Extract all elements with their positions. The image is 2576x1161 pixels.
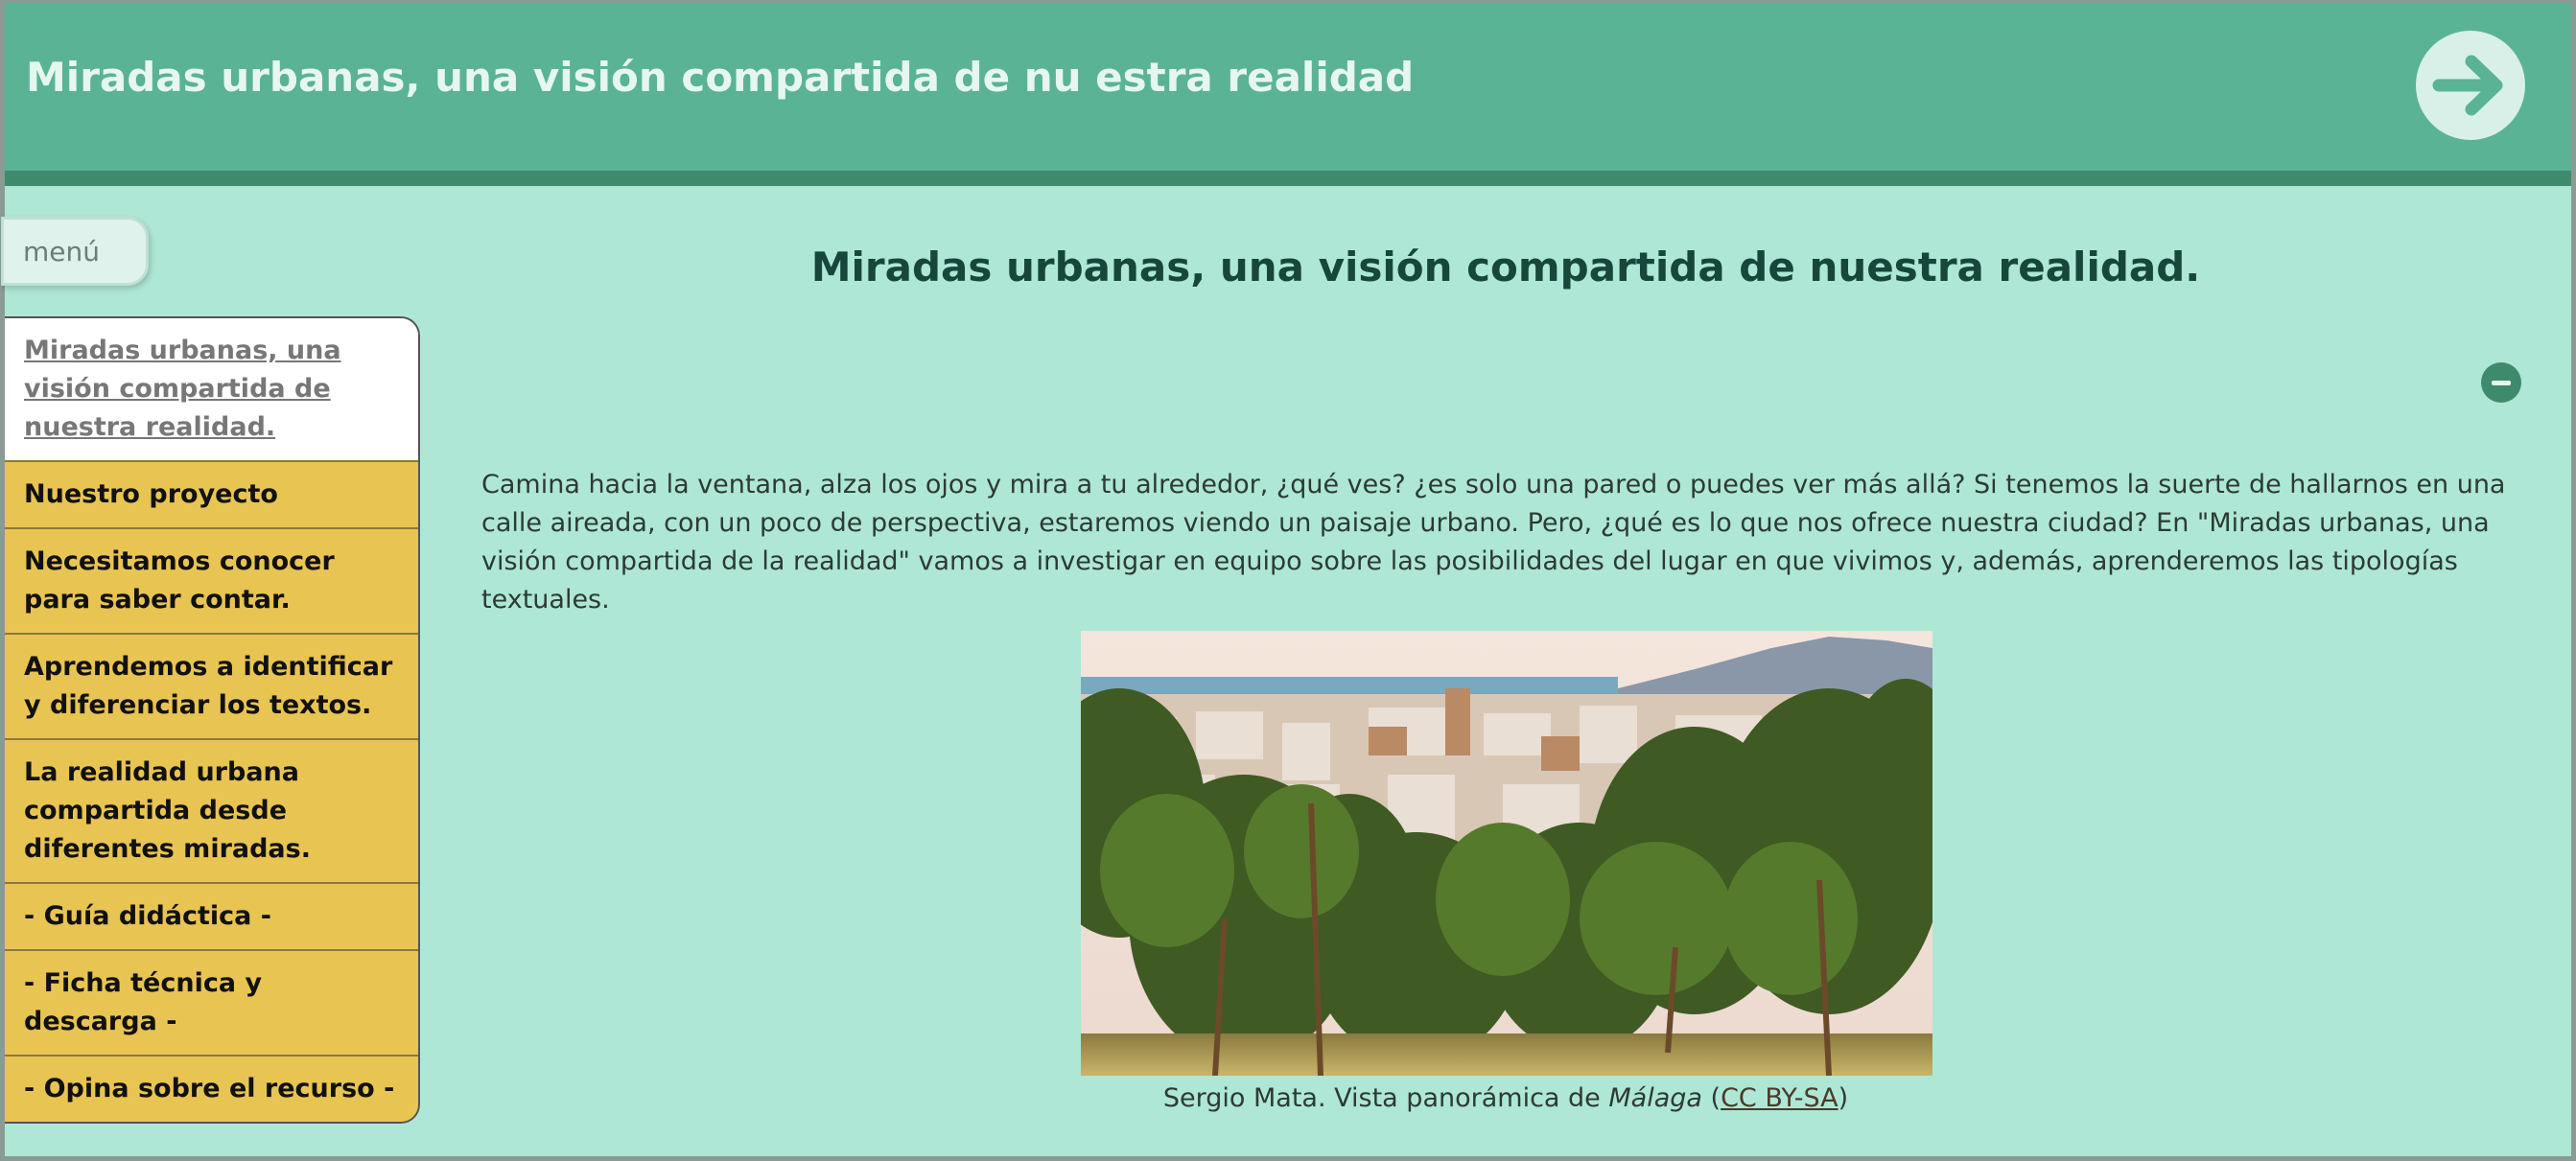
caption-prefix: Sergio Mata. Vista panorámica de [1162,1083,1609,1113]
caption-open-paren: ( [1701,1083,1721,1113]
header-title: Miradas urbanas, una visión compartida d… [26,54,1415,101]
sidebar-nav: Miradas urbanas, una visión compartida d… [5,316,420,1124]
license-link[interactable]: CC BY-SA [1721,1083,1838,1113]
next-page-button[interactable] [2416,31,2525,140]
nav-item-conocer[interactable]: Necesitamos conocer para saber contar. [5,527,418,633]
caption-close-paren: ) [1838,1083,1849,1113]
page-title: Miradas urbanas, una visión compartida d… [810,244,2201,290]
nav-item-proyecto[interactable]: Nuestro proyecto [5,460,418,527]
nav-item-textos[interactable]: Aprendemos a identificar y diferenciar l… [5,633,418,738]
nav-item-opina[interactable]: - Opina sobre el recurso - [5,1055,418,1122]
header-bar: Miradas urbanas, una visión compartida d… [5,4,2571,186]
nav-item-home[interactable]: Miradas urbanas, una visión compartida d… [5,318,418,460]
collapse-button[interactable] [2481,362,2521,403]
minus-circle-icon [2492,380,2511,385]
image-caption: Sergio Mata. Vista panorámica de Málaga … [484,1083,2527,1113]
malaga-panorama-image [1081,631,1932,1076]
nav-item-realidad[interactable]: La realidad urbana compartida desde dife… [5,738,418,882]
nav-item-ficha[interactable]: - Ficha técnica y descarga - [5,949,418,1055]
nav-item-guia[interactable]: - Guía didáctica - [5,882,418,949]
arrow-right-icon [2432,55,2503,116]
caption-place: Málaga [1608,1083,1702,1113]
intro-paragraph: Camina hacia la ventana, alza los ojos y… [481,470,2506,615]
menu-toggle-button[interactable]: menú [1,217,149,286]
